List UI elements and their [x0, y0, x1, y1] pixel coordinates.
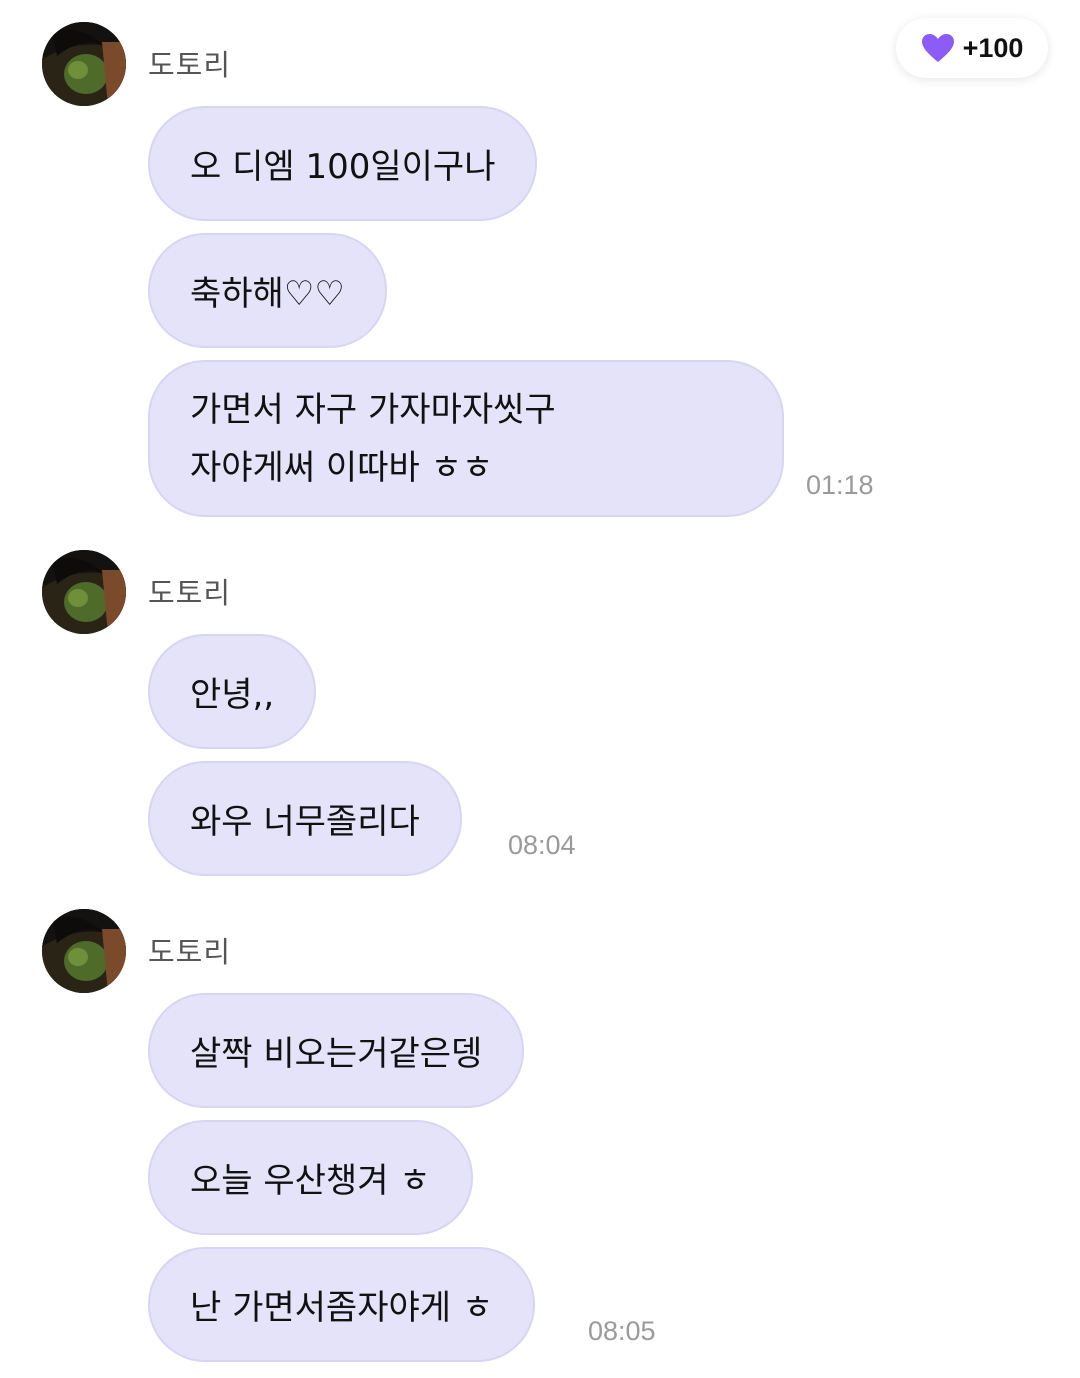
message-bubble[interactable]: 살짝 비오는거같은뎅: [148, 993, 525, 1108]
message-bubble[interactable]: 난 가면서좀자야게 ㅎ: [148, 1247, 536, 1362]
sender-name: 도토리: [148, 576, 232, 610]
avatar[interactable]: [42, 909, 126, 993]
message-time: 08:05: [588, 1316, 656, 1346]
avatar[interactable]: [42, 22, 126, 106]
message-bubble[interactable]: 오늘 우산챙겨 ㅎ: [148, 1120, 473, 1235]
purple-heart-icon: [921, 33, 955, 63]
message-bubble[interactable]: 축하해♡♡: [148, 233, 387, 348]
sender-name: 도토리: [148, 935, 232, 969]
sender-name: 도토리: [148, 48, 232, 82]
message-bubble[interactable]: 오 디엠 100일이구나: [148, 106, 538, 221]
reward-badge-label: +100: [962, 32, 1024, 63]
message-bubble[interactable]: 안녕,,: [148, 634, 317, 749]
reward-badge[interactable]: +100: [896, 18, 1048, 78]
message-bubble[interactable]: 와우 너무졸리다: [148, 761, 462, 876]
message-bubble[interactable]: 가면서 자구 가자마자씻구 자야게써 이따바 ㅎㅎ: [148, 360, 784, 517]
message-time: 08:04: [508, 830, 576, 860]
avatar[interactable]: [42, 550, 126, 634]
message-time: 01:18: [806, 470, 874, 500]
